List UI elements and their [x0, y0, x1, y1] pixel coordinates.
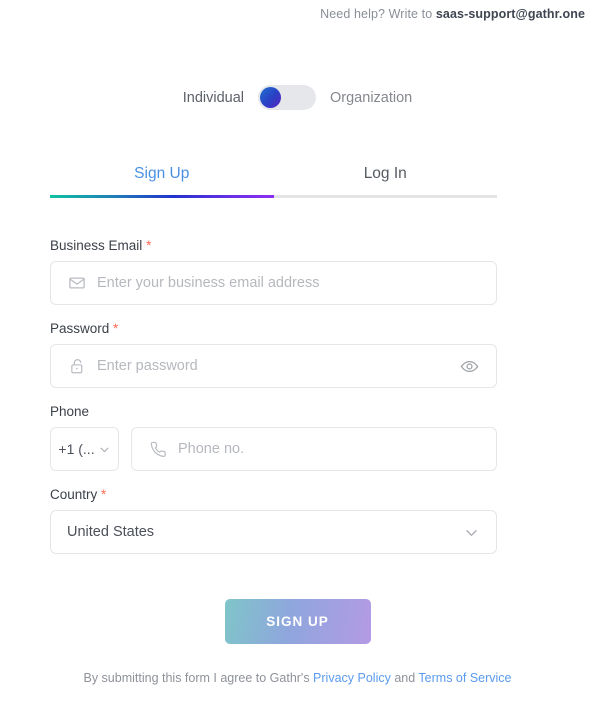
- account-type-toggle-row: Individual Organization: [0, 85, 595, 110]
- password-input-box[interactable]: Enter password: [50, 344, 497, 388]
- help-prefix-text: Need help? Write to: [320, 7, 436, 21]
- submit-button-wrap: SIGN UP: [0, 599, 595, 644]
- auth-tabs-row: Sign Up Log In: [50, 165, 497, 195]
- business-email-label-text: Business Email: [50, 238, 143, 253]
- password-placeholder[interactable]: Enter password: [97, 358, 458, 374]
- business-email-label: Business Email *: [50, 238, 497, 253]
- chevron-down-icon: [463, 524, 480, 541]
- country-label-text: Country: [50, 487, 98, 502]
- field-country: Country * United States: [50, 487, 497, 554]
- toggle-label-organization[interactable]: Organization: [330, 90, 412, 106]
- sign-up-button[interactable]: SIGN UP: [224, 599, 371, 644]
- country-select[interactable]: United States: [50, 510, 497, 554]
- field-password: Password * Enter password: [50, 321, 497, 388]
- country-code-value: +1 (...: [58, 441, 95, 457]
- field-phone: Phone +1 (... Phone no.: [50, 404, 497, 471]
- country-selected-value: United States: [67, 524, 155, 540]
- terms-prefix-text: By submitting this form I agree to Gathr…: [83, 671, 314, 685]
- envelope-icon: [67, 273, 87, 293]
- field-business-email: Business Email * Enter your business ema…: [50, 238, 497, 305]
- phone-number-placeholder[interactable]: Phone no.: [178, 441, 496, 457]
- phone-number-input-box[interactable]: Phone no.: [131, 427, 497, 471]
- tab-log-in[interactable]: Log In: [274, 165, 498, 195]
- phone-icon: [148, 439, 168, 459]
- privacy-policy-link[interactable]: Privacy Policy: [313, 671, 391, 685]
- phone-label-text: Phone: [50, 404, 90, 419]
- eye-icon[interactable]: [458, 355, 480, 377]
- account-type-switch[interactable]: [258, 85, 317, 110]
- country-label: Country *: [50, 487, 497, 502]
- country-code-select[interactable]: +1 (...: [50, 427, 119, 471]
- tab-sign-up[interactable]: Sign Up: [50, 165, 274, 195]
- support-help-line: Need help? Write to saas-support@gathr.o…: [320, 7, 585, 21]
- sign-up-form: Business Email * Enter your business ema…: [50, 238, 497, 570]
- chevron-down-icon: [98, 443, 111, 456]
- lock-icon: [67, 356, 87, 376]
- phone-label: Phone: [50, 404, 497, 419]
- password-required-asterisk: *: [113, 321, 119, 336]
- toggle-knob[interactable]: [260, 87, 282, 108]
- country-required-asterisk: *: [101, 487, 107, 502]
- tab-underline-active: [50, 195, 274, 198]
- terms-of-service-link[interactable]: Terms of Service: [418, 671, 511, 685]
- terms-conjunction-text: and: [390, 671, 419, 685]
- terms-disclaimer: By submitting this form I agree to Gathr…: [70, 669, 525, 688]
- password-label: Password *: [50, 321, 497, 336]
- support-email[interactable]: saas-support@gathr.one: [436, 7, 585, 21]
- tab-underline-track: [50, 195, 497, 198]
- auth-tabs: Sign Up Log In: [50, 165, 497, 205]
- phone-row: +1 (... Phone no.: [50, 427, 497, 471]
- business-email-required-asterisk: *: [146, 238, 152, 253]
- business-email-input-box[interactable]: Enter your business email address: [50, 261, 497, 305]
- business-email-placeholder[interactable]: Enter your business email address: [97, 275, 496, 291]
- password-label-text: Password: [50, 321, 110, 336]
- toggle-label-individual[interactable]: Individual: [183, 90, 244, 106]
